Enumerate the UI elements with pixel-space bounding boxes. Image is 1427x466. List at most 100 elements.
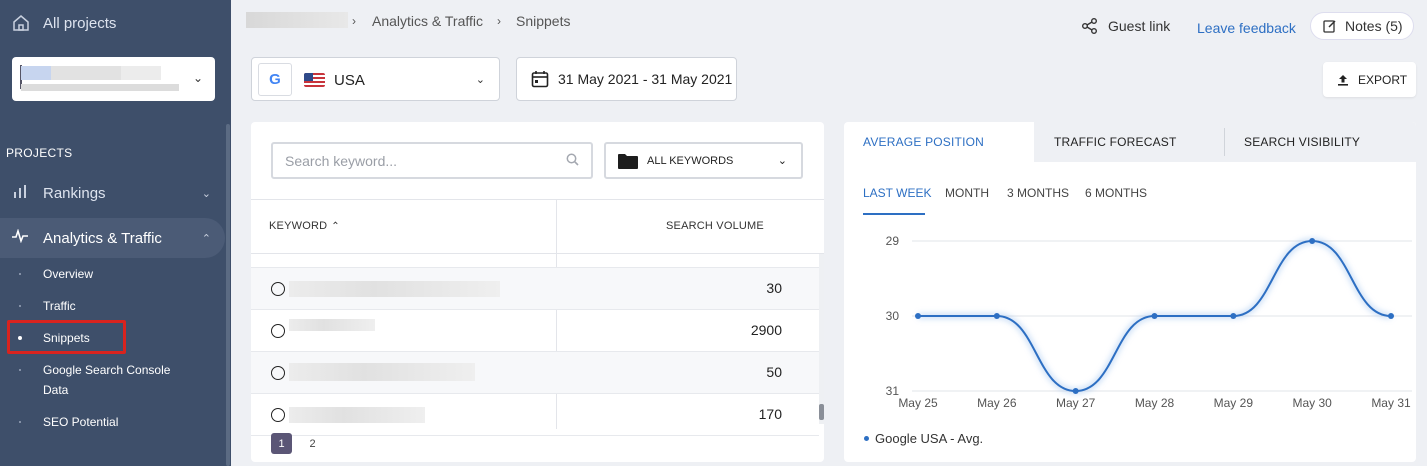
data-point <box>915 313 921 319</box>
guest-link-label: Guest link <box>1108 18 1171 34</box>
keyword-redacted <box>289 319 375 331</box>
export-label: EXPORT <box>1358 72 1408 87</box>
search-field[interactable] <box>271 142 593 179</box>
bullet-icon <box>19 273 21 275</box>
keyword-redacted <box>289 363 475 381</box>
page-button-2[interactable]: 2 <box>302 433 323 454</box>
y-tick-label: 29 <box>886 234 900 248</box>
data-point <box>1230 313 1237 319</box>
period-month[interactable]: MONTH <box>945 186 989 200</box>
table-row-partial <box>251 254 819 268</box>
legend-swatch <box>864 436 869 441</box>
project-url-redacted <box>21 84 179 91</box>
keyword-redacted <box>289 407 425 423</box>
x-tick-label: May 26 <box>977 396 1017 410</box>
period-last-week[interactable]: LAST WEEK <box>863 186 931 200</box>
chevron-down-icon: ⌄ <box>475 74 485 86</box>
sidebar-subitem-gsc[interactable]: Google Search Console <box>43 360 170 380</box>
chart-card: AVERAGE POSITION TRAFFIC FORECAST SEARCH… <box>844 122 1416 462</box>
edit-icon <box>1323 20 1336 33</box>
home-icon <box>13 15 29 31</box>
page-button-1[interactable]: 1 <box>271 433 292 454</box>
leave-feedback-link[interactable]: Leave feedback <box>1197 20 1296 36</box>
table-row[interactable]: 50 <box>251 352 819 394</box>
search-icon <box>566 153 579 169</box>
bullet-icon <box>19 369 21 371</box>
date-range-label: 31 May 2021 - 31 May 2021 <box>558 71 733 87</box>
data-point <box>1072 388 1079 394</box>
sidebar-scrollbar[interactable] <box>226 124 230 466</box>
search-volume-value: 2900 <box>750 322 782 338</box>
table-row[interactable]: 170 <box>251 394 819 436</box>
keyword-group-selector[interactable]: ALL KEYWORDS ⌄ <box>604 142 803 179</box>
breadcrumb-analytics[interactable]: Analytics & Traffic <box>372 13 483 29</box>
search-volume-column-header[interactable]: SEARCH VOLUME <box>666 199 764 253</box>
search-volume-column-label: SEARCH VOLUME <box>666 220 764 232</box>
all-projects-link[interactable]: All projects <box>12 14 116 32</box>
x-tick-label: May 27 <box>1056 396 1096 410</box>
period-6-months[interactable]: 6 MONTHS <box>1085 186 1147 200</box>
data-point <box>1388 313 1394 319</box>
x-tick-label: May 30 <box>1292 396 1332 410</box>
highlight-box <box>7 320 126 354</box>
sidebar-subitem-gsc-line2[interactable]: Data <box>43 380 68 400</box>
tab-traffic-forecast[interactable]: TRAFFIC FORECAST <box>1054 122 1177 162</box>
average-position-chart: 29 30 31May 25 May 26 May 27 May 28 May 29 May … <box>886 234 1412 410</box>
data-point <box>1309 238 1316 244</box>
tab-search-visibility[interactable]: SEARCH VISIBILITY <box>1244 122 1360 162</box>
tab-divider <box>1224 128 1225 156</box>
sidebar-item-label: Rankings <box>43 184 106 202</box>
share-icon <box>1082 18 1097 34</box>
row-radio[interactable] <box>271 324 285 338</box>
keyword-column-label: KEYWORD <box>269 220 328 232</box>
row-radio[interactable] <box>271 408 285 422</box>
y-tick-label: 31 <box>886 384 900 398</box>
search-engine-selector[interactable]: G USA ⌄ <box>251 57 500 101</box>
tab-average-position[interactable]: AVERAGE POSITION <box>863 122 984 162</box>
chart-legend: Google USA - Avg. <box>864 431 983 446</box>
search-input[interactable] <box>273 144 591 177</box>
search-volume-value: 170 <box>758 406 782 422</box>
breadcrumb-project-redacted[interactable] <box>246 12 348 28</box>
project-selector[interactable]: ⌄ <box>12 57 215 101</box>
sidebar-subitem-overview[interactable]: Overview <box>43 264 93 284</box>
pulse-icon <box>12 228 28 247</box>
active-period-indicator <box>863 213 925 215</box>
keywords-table-card: ALL KEYWORDS ⌄ KEYWORD ⌃ SEARCH VOLUME 3… <box>251 122 824 462</box>
x-tick-label: May 31 <box>1371 396 1411 410</box>
sidebar-item-analytics[interactable]: Analytics & Traffic ⌃ <box>0 218 225 258</box>
sidebar-subitem-traffic[interactable]: Traffic <box>43 296 76 316</box>
keyword-group-label: ALL KEYWORDS <box>647 154 734 167</box>
sidebar-item-rankings[interactable]: Rankings ⌄ <box>0 173 225 213</box>
breadcrumb-separator-icon: › <box>352 14 356 28</box>
chevron-down-icon: ⌄ <box>192 71 203 85</box>
table-scrollbar[interactable] <box>819 254 824 424</box>
x-tick-label: May 29 <box>1214 396 1254 410</box>
date-range-picker[interactable]: 31 May 2021 - 31 May 2021 <box>516 57 737 101</box>
data-point <box>993 313 1000 319</box>
sidebar-item-label: Analytics & Traffic <box>43 229 162 247</box>
scrollbar-thumb[interactable] <box>819 404 824 420</box>
search-volume-value: 30 <box>766 280 782 296</box>
guest-link-button[interactable]: Guest link <box>1081 17 1170 35</box>
keyword-column-header[interactable]: KEYWORD ⌃ <box>269 199 340 253</box>
breadcrumb-snippets: Snippets <box>516 13 571 29</box>
breadcrumb-separator-icon: › <box>497 14 501 28</box>
period-3-months[interactable]: 3 MONTHS <box>1007 186 1069 200</box>
notes-button[interactable]: Notes (5) <box>1310 12 1414 40</box>
bar-chart-icon <box>12 184 28 202</box>
sidebar: All projects ⌄ PROJECTS Rankings ⌄ Analy… <box>0 0 231 466</box>
x-tick-label: May 28 <box>1135 396 1175 410</box>
data-point <box>1151 313 1158 319</box>
row-radio[interactable] <box>271 282 285 296</box>
all-projects-label: All projects <box>43 14 117 32</box>
row-radio[interactable] <box>271 366 285 380</box>
chevron-down-icon: ⌄ <box>777 155 787 167</box>
bullet-icon <box>19 305 21 307</box>
sidebar-subitem-seo-potential[interactable]: SEO Potential <box>43 412 118 432</box>
export-button[interactable]: EXPORT <box>1323 62 1416 97</box>
table-row[interactable]: 2900 <box>251 310 819 352</box>
table-row[interactable]: 30 <box>251 268 819 310</box>
y-tick-label: 30 <box>886 309 900 323</box>
projects-heading: PROJECTS <box>6 146 73 160</box>
